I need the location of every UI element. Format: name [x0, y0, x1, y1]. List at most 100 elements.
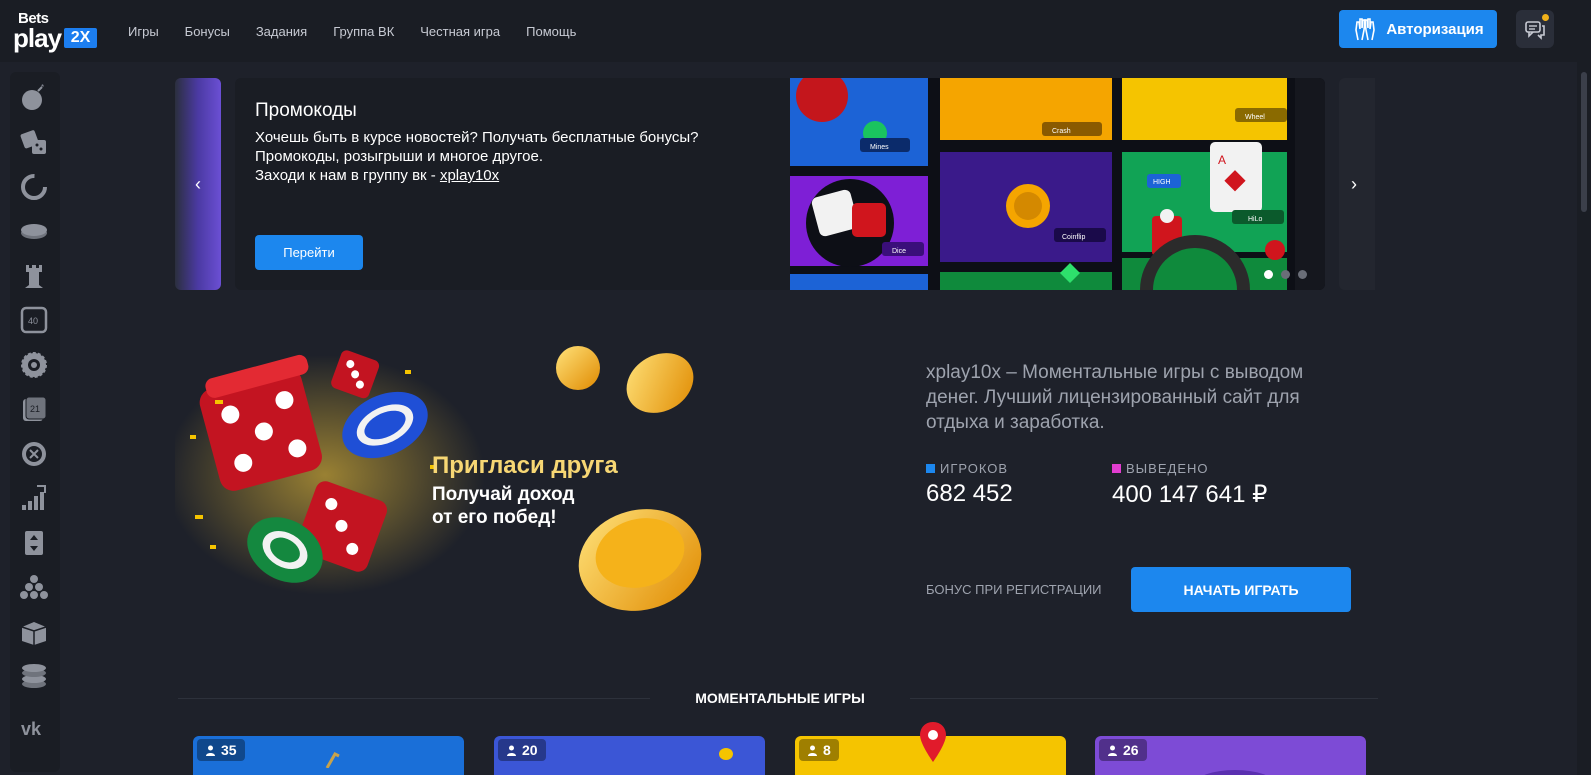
svg-text:*: * — [41, 83, 44, 92]
slide-text: Хочешь быть в курсе новостей? Получать б… — [255, 128, 755, 185]
game-card[interactable]: 35 — [193, 736, 464, 775]
players-label-row: ИГРОКОВ — [926, 461, 1013, 476]
chat-icon — [1525, 21, 1545, 40]
chat-button[interactable] — [1516, 10, 1554, 48]
svg-text:21: 21 — [30, 404, 40, 414]
invite-friend-art — [175, 346, 702, 611]
dice-icon[interactable] — [18, 126, 50, 158]
invite-subtitle: Получай доход от его побед! — [432, 483, 574, 529]
slide-text-line: Заходи к нам в группу вк - xplay10x — [255, 166, 755, 185]
slide-title: Промокоды — [255, 100, 357, 121]
chevron-left-icon[interactable]: ‹ — [195, 174, 201, 195]
players-stat: ИГРОКОВ 682 452 — [926, 461, 1013, 508]
art-label-crash: Crash — [1052, 128, 1071, 135]
invite-sub-line: Получай доход — [432, 484, 575, 505]
auth-label: Авторизация — [1386, 20, 1484, 38]
art-label-dice: Dice — [892, 248, 906, 255]
nav-games[interactable]: Игры — [128, 24, 159, 39]
chart-up-icon[interactable] — [18, 482, 50, 514]
game-art — [1204, 770, 1266, 775]
nav-fair-play[interactable]: Честная игра — [420, 24, 500, 39]
cards-21-icon[interactable]: 21 — [18, 393, 50, 425]
nav-tasks[interactable]: Задания — [256, 24, 307, 39]
circle-progress-icon[interactable] — [18, 171, 50, 203]
wheel-icon[interactable] — [18, 349, 50, 381]
slide-text-line: Хочешь быть в курсе новостей? Получать б… — [255, 129, 699, 146]
chevron-right-icon[interactable]: › — [1351, 174, 1357, 195]
user-icon — [808, 745, 817, 756]
plinko-icon[interactable] — [18, 571, 50, 603]
page-scrollbar[interactable] — [1577, 62, 1591, 775]
art-label-mines: Mines — [870, 144, 889, 151]
carousel-prev-slide: ‹ — [175, 78, 221, 290]
games-collage-image: Mines Crash Wheel Dice Coinflip A HiLo H… — [790, 78, 1325, 290]
start-playing-button[interactable]: НАЧАТЬ ИГРАТЬ — [1131, 567, 1351, 612]
games-sidebar: * 40 21 vk — [10, 72, 60, 772]
badge-count: 8 — [823, 742, 831, 758]
invite-sub-line: от его побед! — [432, 507, 557, 528]
game-art — [325, 752, 340, 768]
roulette-icon[interactable] — [18, 438, 50, 470]
art-label-coinflip: Coinflip — [1062, 234, 1085, 241]
carousel-dot[interactable] — [1281, 270, 1290, 279]
promo-slide: Промокоды Хочешь быть в курсе новостей? … — [235, 78, 1325, 290]
badge-count: 20 — [522, 742, 538, 758]
user-icon — [206, 745, 215, 756]
withdrawn-label-row: ВЫВЕДЕНО — [1112, 461, 1267, 476]
slide-go-button[interactable]: Перейти — [255, 235, 363, 270]
logo-play: play — [13, 23, 62, 53]
carousel-next-slide: › — [1339, 78, 1375, 290]
badge-count: 26 — [1123, 742, 1139, 758]
withdrawn-marker — [1112, 464, 1121, 473]
players-value: 682 452 — [926, 480, 1013, 507]
svg-text:40: 40 — [28, 316, 38, 326]
art-label-hilo: HiLo — [1248, 216, 1263, 223]
carousel-dot[interactable] — [1264, 270, 1273, 279]
carousel-dot[interactable] — [1298, 270, 1307, 279]
players-marker — [926, 464, 935, 473]
badge-count: 35 — [221, 742, 237, 758]
user-icon — [1108, 745, 1117, 756]
slide-text-line: Промокоды, розыгрыши и многое другое. — [255, 148, 543, 165]
vk-group-link[interactable]: xplay10x — [440, 167, 499, 184]
main-nav: Игры Бонусы Задания Группа ВК Честная иг… — [115, 0, 589, 62]
keno-icon[interactable]: 40 — [18, 304, 50, 336]
nav-vk-group[interactable]: Группа ВК — [333, 24, 394, 39]
coins-stack-icon[interactable] — [18, 660, 50, 692]
map-pin-icon — [920, 722, 946, 762]
nav-help[interactable]: Помощь — [526, 24, 576, 39]
bomb-icon[interactable]: * — [18, 82, 50, 114]
withdrawn-value: 400 147 641 ₽ — [1112, 481, 1268, 508]
site-logo[interactable]: Bets play 2X — [13, 10, 97, 53]
players-label: ИГРОКОВ — [940, 461, 1009, 476]
players-badge: 35 — [197, 739, 245, 761]
tower-icon[interactable] — [18, 260, 50, 292]
site-description: xplay10x – Моментальные игры с выводом д… — [926, 362, 1304, 433]
players-badge: 20 — [498, 739, 546, 761]
art-label-wheel: Wheel — [1245, 114, 1265, 121]
box-icon[interactable] — [18, 616, 50, 648]
svg-text:vk: vk — [21, 719, 42, 739]
withdrawn-stat: ВЫВЕДЕНО 400 147 641 ₽ — [1112, 461, 1267, 509]
hilo-card-icon[interactable] — [18, 527, 50, 559]
auth-button[interactable]: Авторизация — [1339, 10, 1497, 48]
coin-icon[interactable] — [18, 215, 50, 247]
invite-title: Пригласи друга — [432, 452, 618, 479]
notification-dot — [1542, 14, 1549, 21]
scrollbar-thumb[interactable] — [1581, 72, 1587, 212]
svg-text:A: A — [1218, 153, 1226, 167]
slide-text-prefix: Заходи к нам в группу вк - — [255, 167, 440, 184]
withdrawn-label: ВЫВЕДЕНО — [1126, 461, 1209, 476]
top-header: Bets play 2X Игры Бонусы Задания Группа … — [0, 0, 1591, 62]
vk-icon[interactable]: vk — [18, 712, 50, 744]
nav-bonuses[interactable]: Бонусы — [185, 24, 230, 39]
hands-icon — [1355, 18, 1376, 41]
players-badge: 26 — [1099, 739, 1147, 761]
user-icon — [507, 745, 516, 756]
section-title: МОМЕНТАЛЬНЫЕ ИГРЫ — [650, 688, 910, 708]
game-card[interactable]: 26 — [1095, 736, 1366, 775]
game-card[interactable]: 20 — [494, 736, 765, 775]
carousel-dots — [1264, 270, 1315, 279]
game-art — [719, 748, 733, 760]
art-label-high: HIGH — [1153, 179, 1171, 186]
